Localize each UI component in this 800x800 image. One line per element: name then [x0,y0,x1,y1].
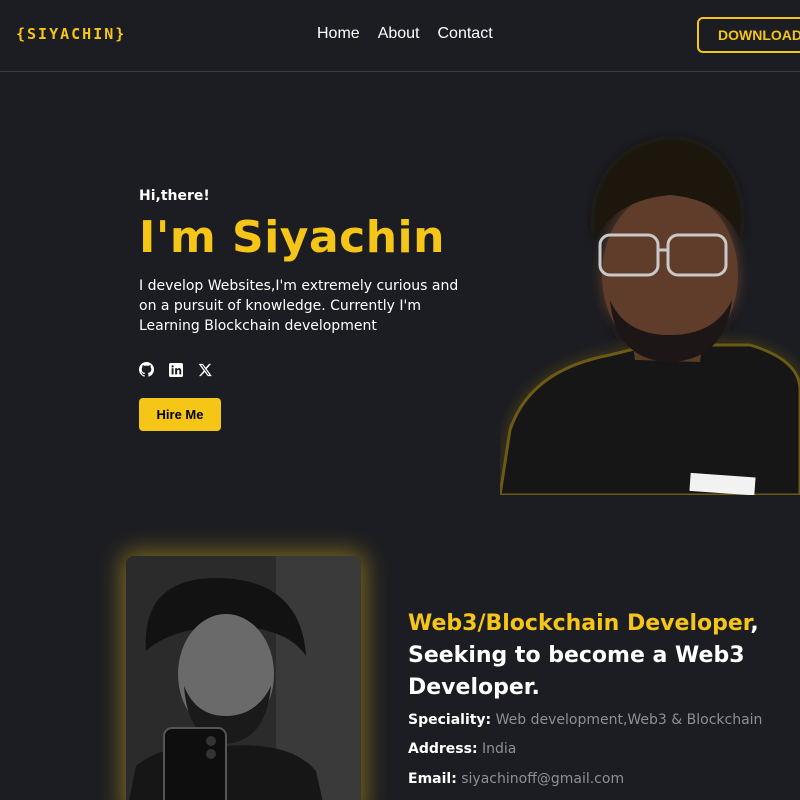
hero-portrait [500,130,800,495]
info-value[interactable]: siyachinoff@gmail.com [461,771,624,787]
linkedin-icon[interactable] [168,362,183,377]
info-label: Address: [408,741,478,757]
nav-home-link[interactable]: Home [317,25,360,43]
info-speciality: Speciality: Web development,Web3 & Block… [408,712,762,728]
info-label: Speciality: [408,712,492,728]
site-logo[interactable]: {SIYACHIN} [16,25,126,43]
navbar: {SIYACHIN} Home About Contact DOWNLOAD C… [0,0,800,72]
about-heading-highlight: Web3/Blockchain Developer [408,611,751,636]
nav-links: Home About Contact [317,25,511,43]
download-cv-button[interactable]: DOWNLOAD CV [697,17,800,53]
hero-greeting: Hi,there! [139,188,210,204]
hire-me-button[interactable]: Hire Me [139,398,221,431]
hero-description: I develop Websites,I'm extremely curious… [139,278,459,334]
hero-title: I'm Siyachin [139,212,445,263]
github-icon[interactable] [139,362,154,377]
info-label: Email: [408,771,457,787]
nav-contact-link[interactable]: Contact [438,25,493,43]
nav-about-link[interactable]: About [378,25,420,43]
about-portrait [126,556,361,800]
info-value: Web development,Web3 & Blockchain [495,712,763,728]
x-icon[interactable] [197,362,212,377]
social-links [139,362,212,377]
about-heading: Web3/Blockchain Developer, Seeking to be… [408,608,788,704]
info-email: Email: siyachinoff@gmail.com [408,771,624,787]
info-value: India [482,741,517,757]
info-address: Address: India [408,741,516,757]
